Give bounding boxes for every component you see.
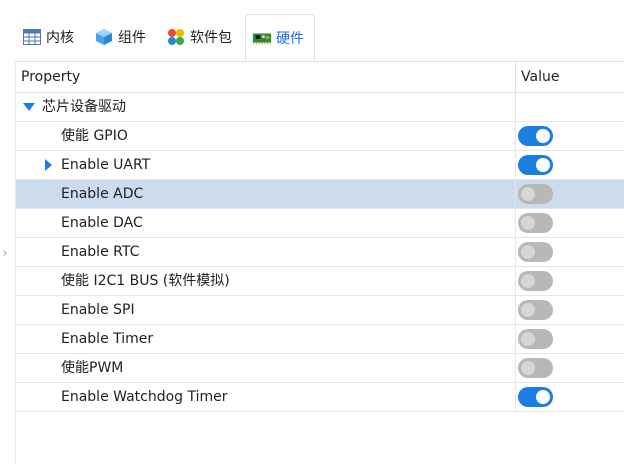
circuit-board-icon — [252, 28, 272, 48]
toggle-knob — [521, 303, 535, 317]
group-row-chip-drivers[interactable]: 芯片设备驱动 — [16, 93, 624, 122]
toggle-knob — [521, 187, 535, 201]
rtc-toggle[interactable] — [518, 242, 553, 262]
tab-components-label: 组件 — [118, 30, 146, 46]
toggle-knob — [521, 274, 535, 288]
dac-toggle[interactable] — [518, 213, 553, 233]
value-cell — [515, 383, 624, 411]
watchdog-toggle[interactable] — [518, 387, 553, 407]
property-cell: Enable UART — [16, 151, 515, 179]
grid-header: Property Value — [16, 61, 624, 93]
tab-packages[interactable]: 软件包 — [160, 14, 240, 60]
property-cell: Enable Watchdog Timer — [16, 383, 515, 411]
uart-toggle[interactable] — [518, 155, 553, 175]
tab-kernel[interactable]: 内核 — [16, 14, 82, 60]
adc-toggle[interactable] — [518, 184, 553, 204]
value-cell — [515, 325, 624, 353]
property-label: Enable UART — [61, 157, 151, 173]
property-label: Enable SPI — [61, 302, 135, 318]
tab-hardware[interactable]: 硬件 — [245, 14, 315, 61]
chevron-right-icon[interactable]: › — [0, 238, 10, 268]
value-cell — [515, 354, 624, 382]
property-rows: 使能 GPIO Enable UART Enable ADC Enable DA… — [16, 122, 624, 412]
tab-kernel-label: 内核 — [46, 30, 74, 46]
pwm-toggle[interactable] — [518, 358, 553, 378]
group-value-cell — [515, 93, 624, 121]
property-row-i2c1[interactable]: 使能 I2C1 BUS (软件模拟) — [16, 267, 624, 296]
column-header-property[interactable]: Property — [16, 62, 515, 93]
spi-toggle[interactable] — [518, 300, 553, 320]
property-cell: Enable DAC — [16, 209, 515, 237]
property-row-adc[interactable]: Enable ADC — [16, 180, 624, 209]
property-label: Enable Timer — [61, 331, 154, 347]
value-cell — [515, 209, 624, 237]
gpio-toggle[interactable] — [518, 126, 553, 146]
value-cell — [515, 122, 624, 150]
value-cell — [515, 180, 624, 208]
colorful-flower-icon — [166, 27, 186, 47]
property-cell: Enable RTC — [16, 238, 515, 266]
property-row-dac[interactable]: Enable DAC — [16, 209, 624, 238]
value-cell — [515, 238, 624, 266]
property-label: Enable DAC — [61, 215, 143, 231]
toggle-knob — [536, 129, 550, 143]
value-cell — [515, 296, 624, 324]
property-label: 使能 GPIO — [61, 128, 128, 144]
tab-bar: 内核 组件 软件包 硬件 — [0, 0, 624, 61]
property-row-watchdog[interactable]: Enable Watchdog Timer — [16, 383, 624, 412]
toggle-knob — [536, 158, 550, 172]
value-cell — [515, 267, 624, 295]
property-row-spi[interactable]: Enable SPI — [16, 296, 624, 325]
property-cell: Enable Timer — [16, 325, 515, 353]
property-row-pwm[interactable]: 使能PWM — [16, 354, 624, 383]
property-label: Enable ADC — [61, 186, 144, 202]
property-row-rtc[interactable]: Enable RTC — [16, 238, 624, 267]
property-row-uart[interactable]: Enable UART — [16, 151, 624, 180]
tab-hardware-label: 硬件 — [276, 31, 304, 47]
expand-triangle-icon[interactable] — [23, 103, 35, 111]
property-label: 使能PWM — [61, 360, 124, 376]
toggle-knob — [521, 361, 535, 375]
cube-icon — [94, 27, 114, 47]
tab-components[interactable]: 组件 — [88, 14, 154, 60]
column-header-value[interactable]: Value — [515, 62, 624, 93]
table-icon — [22, 27, 42, 47]
toggle-knob — [521, 332, 535, 346]
property-label: 使能 I2C1 BUS (软件模拟) — [61, 273, 230, 289]
toggle-knob — [536, 390, 550, 404]
group-cell: 芯片设备驱动 — [16, 93, 515, 121]
property-cell: 使能 I2C1 BUS (软件模拟) — [16, 267, 515, 295]
i2c1-toggle[interactable] — [518, 271, 553, 291]
property-cell: Enable ADC — [16, 180, 515, 208]
property-row-gpio[interactable]: 使能 GPIO — [16, 122, 624, 151]
toggle-knob — [521, 216, 535, 230]
tab-packages-label: 软件包 — [190, 30, 232, 46]
property-label: Enable RTC — [61, 244, 140, 260]
group-label: 芯片设备驱动 — [42, 99, 126, 115]
property-row-timer[interactable]: Enable Timer — [16, 325, 624, 354]
property-cell: 使能 GPIO — [16, 122, 515, 150]
toggle-knob — [521, 245, 535, 259]
property-grid: Property Value 芯片设备驱动 使能 GPIO Enable UAR… — [16, 61, 624, 412]
property-label: Enable Watchdog Timer — [61, 389, 228, 405]
current-row-marker-icon — [45, 159, 52, 171]
property-cell: Enable SPI — [16, 296, 515, 324]
property-cell: 使能PWM — [16, 354, 515, 382]
timer-toggle[interactable] — [518, 329, 553, 349]
value-cell — [515, 151, 624, 179]
